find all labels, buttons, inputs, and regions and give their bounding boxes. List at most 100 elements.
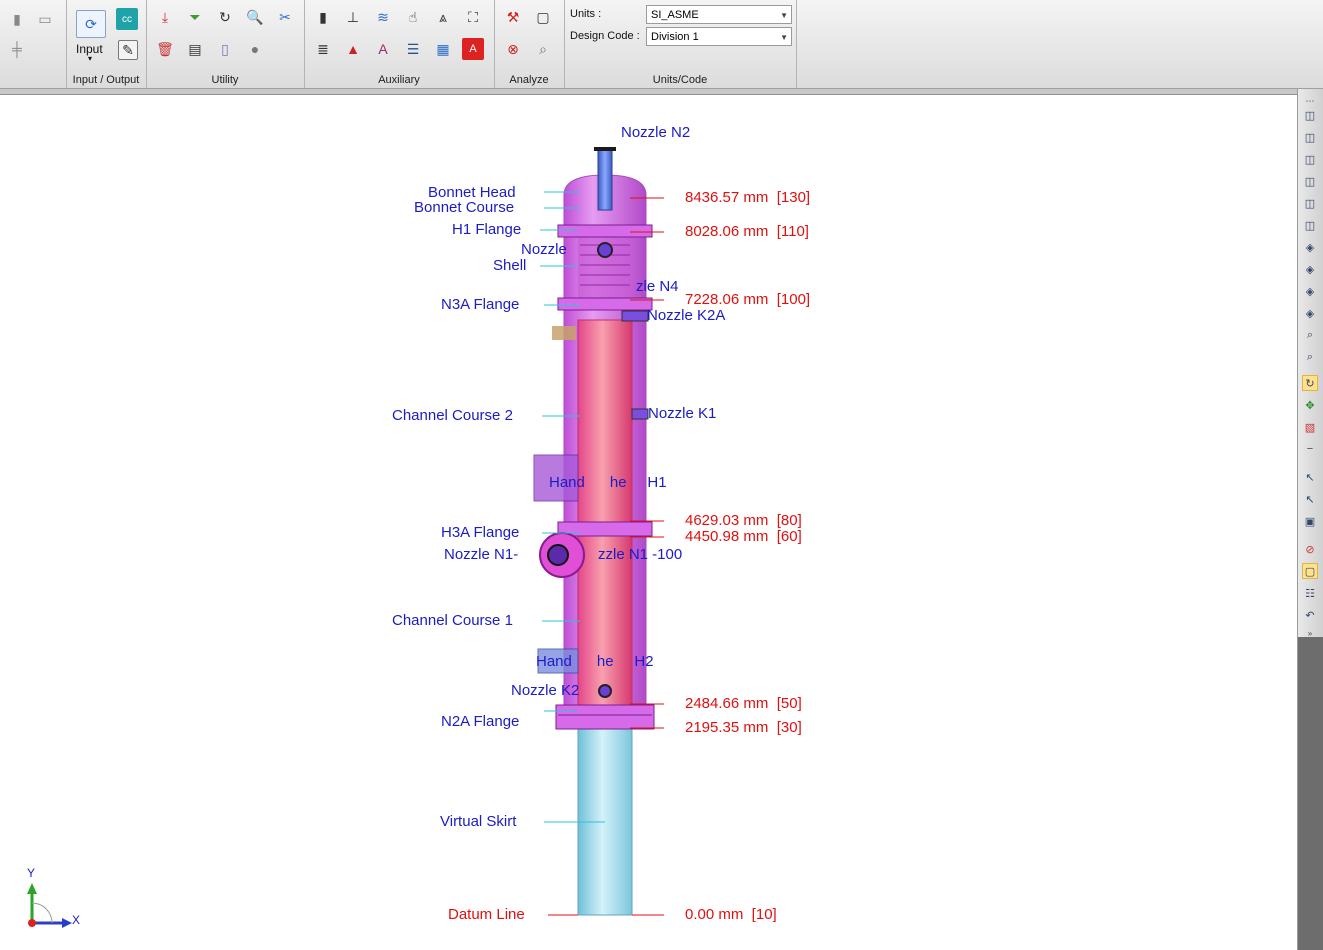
label-channel-course-1[interactable]: Channel Course 1 xyxy=(392,612,513,629)
view-iso-4-icon[interactable]: ◈ xyxy=(1302,305,1318,321)
render-icon[interactable]: ▧ xyxy=(1302,419,1318,435)
elevation-label: 2484.66 mm [50] xyxy=(685,695,802,712)
zoom-icon[interactable]: 🔍 xyxy=(244,6,266,28)
label-nozzle-k2a[interactable]: Nozzle K2A xyxy=(647,307,725,324)
h3a-flange-ring[interactable] xyxy=(557,521,653,537)
column-icon[interactable]: ▮ xyxy=(312,6,334,28)
ribbon-group-misc: ▮ ▭ ╪ xyxy=(0,0,67,88)
label-bonnet-course[interactable]: Bonnet Course xyxy=(414,199,514,216)
filter-icon[interactable]: ⏷ xyxy=(184,6,206,28)
input-refresh-icon[interactable]: ⟳ xyxy=(76,10,106,38)
zoom-out-icon[interactable]: − xyxy=(1302,441,1318,457)
report-icon[interactable]: ≣ xyxy=(312,38,334,60)
support-icon[interactable]: ⊥ xyxy=(342,6,364,28)
document-icon[interactable]: ▢ xyxy=(532,6,554,28)
label-handhole-h1[interactable]: Hand he H1 xyxy=(549,474,667,491)
view-front-icon[interactable]: ◫ xyxy=(1302,107,1318,123)
nozzle-n2-flange xyxy=(594,147,616,151)
elevation-label: 0.00 mm [10] xyxy=(685,906,777,923)
inspect-icon[interactable]: ⌕ xyxy=(532,38,554,60)
undo-view-icon[interactable]: ↶ xyxy=(1302,607,1318,623)
cc-icon[interactable]: cc xyxy=(116,8,138,30)
group-label-analyze: Analyze xyxy=(509,74,549,86)
label-channel-course-2[interactable]: Channel Course 2 xyxy=(392,407,513,424)
pdf-icon[interactable]: A xyxy=(462,38,484,60)
flange-tool-icon[interactable]: ╪ xyxy=(6,38,28,60)
group-label-utility: Utility xyxy=(211,74,239,86)
alert-icon[interactable]: ▲ xyxy=(342,38,364,60)
view-bottom-icon[interactable]: ◫ xyxy=(1302,217,1318,233)
design-code-select[interactable]: Division 1 ▼ xyxy=(646,27,792,46)
view-iso-1-icon[interactable]: ◈ xyxy=(1302,239,1318,255)
label-nozzle-n1-left[interactable]: Nozzle N1- xyxy=(444,546,518,563)
zoom-extents-icon[interactable]: ⌕ xyxy=(1302,327,1318,343)
label-nozzle-k2[interactable]: Nozzle K2 xyxy=(511,682,579,699)
tower-icon[interactable]: ⩓ xyxy=(432,6,454,28)
vessel-3d-canvas[interactable]: Nozzle N2 Bonnet Head Bonnet Course H1 F… xyxy=(0,95,1297,950)
toolbar-scroll-area[interactable] xyxy=(1298,637,1323,950)
calculator-icon[interactable]: ▦ xyxy=(432,38,454,60)
select-pick-icon[interactable]: ↖ xyxy=(1302,491,1318,507)
design-code-label: Design Code : xyxy=(570,30,640,42)
delete-icon[interactable]: 🗑 xyxy=(154,38,176,60)
view-iso-3-icon[interactable]: ◈ xyxy=(1302,283,1318,299)
cylinder-icon[interactable]: ▯ xyxy=(214,38,236,60)
label-n3a-flange[interactable]: N3A Flange xyxy=(441,296,519,313)
edit-output-icon[interactable]: ✎ xyxy=(118,40,138,60)
document-view-icon[interactable]: ▢ xyxy=(1302,563,1318,579)
vessel-core xyxy=(577,319,633,711)
pipe-tool-icon[interactable]: ▭ xyxy=(34,8,56,30)
sphere-icon[interactable]: ● xyxy=(244,38,266,60)
axis-x-label: X xyxy=(72,913,81,927)
label-handhole-h2[interactable]: Hand he H2 xyxy=(536,653,654,670)
label-virtual-skirt[interactable]: Virtual Skirt xyxy=(440,813,516,830)
virtual-skirt-body[interactable] xyxy=(577,724,633,916)
view-iso-2-icon[interactable]: ◈ xyxy=(1302,261,1318,277)
nozzle-k1-body[interactable] xyxy=(631,408,649,420)
select-icon[interactable]: ↖ xyxy=(1302,469,1318,485)
label-nozzle-k1[interactable]: Nozzle K1 xyxy=(648,405,716,422)
view-top-icon[interactable]: ◫ xyxy=(1302,195,1318,211)
chart-icon[interactable]: ≋ xyxy=(372,6,394,28)
label-h1-flange[interactable]: H1 Flange xyxy=(452,221,521,238)
analyze-run-icon[interactable]: ⚒ xyxy=(502,6,524,28)
vessel-tool-icon[interactable]: ▮ xyxy=(6,8,28,30)
input-dropdown-icon[interactable]: ▾ xyxy=(88,54,92,63)
label-nozzle-n4[interactable]: zle N4 xyxy=(636,278,679,295)
view-back-icon[interactable]: ◫ xyxy=(1302,129,1318,145)
pan-icon[interactable]: ✥ xyxy=(1302,397,1318,413)
units-select[interactable]: SI_ASME ▼ xyxy=(646,5,792,24)
list-icon[interactable]: ☰ xyxy=(402,38,424,60)
label-nozzle[interactable]: Nozzle xyxy=(521,241,567,258)
view-right-icon[interactable]: ◫ xyxy=(1302,173,1318,189)
error-check-icon[interactable]: ⊗ xyxy=(502,38,524,60)
rotate-view-icon[interactable]: ↻ xyxy=(214,6,236,28)
top-nozzle-port[interactable] xyxy=(597,242,613,258)
nozzle-k2-port[interactable] xyxy=(598,684,612,698)
label-h3a-flange[interactable]: H3A Flange xyxy=(441,524,519,541)
ribbon-group-utility: ⤓ ⏷ ↻ 🔍 ✂ 🗑 ▤ ▯ ● Utility xyxy=(146,0,305,88)
view-left-icon[interactable]: ◫ xyxy=(1302,151,1318,167)
h1-flange-ring[interactable] xyxy=(557,224,653,238)
hand-select-icon[interactable]: ☝ xyxy=(402,6,424,28)
nozzle-n2-body[interactable] xyxy=(597,149,613,211)
access-icon[interactable]: A xyxy=(372,38,394,60)
ladder-icon[interactable]: ☷ xyxy=(1302,585,1318,601)
fit-window-icon[interactable]: ⛶ xyxy=(462,6,484,28)
elevation-label: 8028.06 mm [110] xyxy=(685,223,809,240)
zoom-window-icon[interactable]: ⌕ xyxy=(1302,349,1318,365)
rotate-icon[interactable]: ↻ xyxy=(1302,375,1318,391)
nozzle-view-icon[interactable]: ⊘ xyxy=(1302,541,1318,557)
export-image-icon[interactable]: ▣ xyxy=(1302,513,1318,529)
label-n2a-flange[interactable]: N2A Flange xyxy=(441,713,519,730)
link-icon[interactable]: ✂ xyxy=(274,6,296,28)
nozzle-k2a-body[interactable] xyxy=(621,310,649,322)
nozzle-locate-icon[interactable]: ⤓ xyxy=(154,6,176,28)
label-datum-line[interactable]: Datum Line xyxy=(448,906,525,923)
label-shell[interactable]: Shell xyxy=(493,257,526,274)
list-columns-icon[interactable]: ▤ xyxy=(184,38,206,60)
n2a-flange-ring[interactable] xyxy=(555,704,655,730)
label-nozzle-n2[interactable]: Nozzle N2 xyxy=(621,124,690,141)
elevation-label: 7228.06 mm [100] xyxy=(685,291,811,308)
label-nozzle-n1-right[interactable]: zzle N1 -100 xyxy=(598,546,682,563)
